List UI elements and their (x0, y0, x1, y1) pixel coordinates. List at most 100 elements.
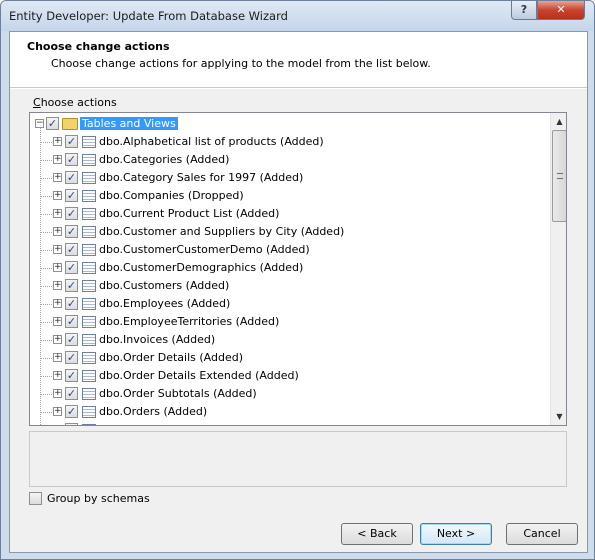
tree-item-checkbox[interactable]: ✓ (65, 387, 78, 400)
table-icon (82, 334, 96, 346)
tree-item[interactable]: + ✓ dbo.Current Product List (Added) (30, 205, 550, 223)
page-subtitle: Choose change actions for applying to th… (51, 57, 431, 70)
tree-root-node[interactable]: − ✓ Tables and Views (30, 115, 550, 133)
expand-icon[interactable]: + (53, 299, 62, 308)
tree-vertical-scrollbar[interactable]: ▲ ▼ (550, 113, 566, 425)
tree-item-checkbox[interactable]: ✓ (65, 171, 78, 184)
tree-item-checkbox[interactable]: ✓ (65, 261, 78, 274)
tree-item-label[interactable]: dbo.Customers (Added) (99, 279, 229, 292)
next-button[interactable]: Next > (420, 523, 492, 545)
tree-root-checkbox[interactable]: ✓ (46, 117, 59, 130)
tree-item-checkbox[interactable]: ✓ (65, 207, 78, 220)
help-button[interactable]: ? (511, 1, 537, 20)
tree-item[interactable]: + ✓ dbo.Order Details (Added) (30, 349, 550, 367)
expand-icon[interactable]: + (53, 371, 62, 380)
tree-item[interactable]: + ✓ dbo.Category Sales for 1997 (Added) (30, 169, 550, 187)
wizard-window: Entity Developer: Update From Database W… (0, 0, 595, 560)
tree-item-label[interactable]: dbo.CustomerDemographics (Added) (99, 261, 303, 274)
tree-item-label[interactable]: dbo.Employees (Added) (99, 297, 230, 310)
tree-item[interactable]: + ✓ dbo.Invoices (Added) (30, 331, 550, 349)
tree-item-label[interactable]: dbo.Alphabetical list of products (Added… (99, 135, 324, 148)
tree-item[interactable]: + ✓ dbo.Customer and Suppliers by City (Ad… (30, 223, 550, 241)
tree-root-label[interactable]: Tables and Views (80, 117, 178, 130)
table-icon (82, 406, 96, 418)
choose-actions-label: Choose actions (33, 96, 117, 109)
tree-item[interactable]: + ✓ dbo.Employees (Added) (30, 295, 550, 313)
tree-item[interactable]: + ✓ dbo.Order Subtotals (Added) (30, 385, 550, 403)
tree-item-label[interactable]: dbo.Order Details (Added) (99, 351, 243, 364)
expand-icon[interactable]: + (53, 227, 62, 236)
tree-item-label[interactable]: dbo.Categories (Added) (99, 153, 229, 166)
tree-item-checkbox[interactable]: ✓ (65, 351, 78, 364)
expand-icon[interactable]: + (53, 245, 62, 254)
cancel-button[interactable]: Cancel (506, 523, 578, 545)
tree-item-checkbox[interactable]: ✓ (65, 369, 78, 382)
expand-icon[interactable]: + (53, 407, 62, 416)
tree-item-checkbox[interactable]: ✓ (65, 243, 78, 256)
table-icon (82, 370, 96, 382)
expand-icon[interactable]: + (53, 281, 62, 290)
table-icon (82, 388, 96, 400)
window-title: Entity Developer: Update From Database W… (9, 9, 288, 23)
scroll-grip-icon (557, 173, 563, 179)
tree-item[interactable]: + ✓ dbo.EmployeeTerritories (Added) (30, 313, 550, 331)
expand-icon[interactable]: + (53, 335, 62, 344)
tree-item-checkbox[interactable]: ✓ (65, 423, 78, 425)
tree-item[interactable]: + ✓ dbo.Categories (Added) (30, 151, 550, 169)
scroll-thumb[interactable] (552, 130, 566, 222)
table-icon (82, 154, 96, 166)
tree-item-checkbox[interactable]: ✓ (65, 225, 78, 238)
tree-item[interactable]: + ✓ dbo.Customers (Added) (30, 277, 550, 295)
expand-icon[interactable]: + (53, 137, 62, 146)
expand-icon[interactable]: + (53, 353, 62, 362)
tree-item-checkbox[interactable]: ✓ (65, 333, 78, 346)
scroll-up-arrow-icon[interactable]: ▲ (551, 113, 566, 130)
wizard-client-area: Choose change actions Choose change acti… (9, 31, 588, 553)
tree-item[interactable]: + ✓ dbo.Order Details Extended (Added) (30, 367, 550, 385)
tree-item-checkbox[interactable]: ✓ (65, 135, 78, 148)
expand-icon[interactable]: + (53, 389, 62, 398)
wizard-header: Choose change actions Choose change acti… (10, 32, 587, 88)
tree-item-label[interactable]: dbo.Category Sales for 1997 (Added) (99, 171, 303, 184)
tree-item-checkbox[interactable]: ✓ (65, 405, 78, 418)
close-button[interactable]: ✕ (537, 1, 585, 20)
table-icon (82, 208, 96, 220)
tree-item[interactable]: + ✓ dbo.Companies (Dropped) (30, 187, 550, 205)
actions-tree[interactable]: − ✓ Tables and Views + ✓ dbo.Alphabetical lis… (29, 112, 567, 426)
tree-item-checkbox[interactable]: ✓ (65, 315, 78, 328)
tree-item-label[interactable]: dbo.Orders (Added) (99, 405, 207, 418)
tree-item-checkbox[interactable]: ✓ (65, 189, 78, 202)
title-bar[interactable]: Entity Developer: Update From Database W… (1, 1, 594, 31)
table-icon (82, 280, 96, 292)
scroll-down-arrow-icon[interactable]: ▼ (551, 408, 566, 425)
tree-item[interactable]: +✓dbo.Orders Qry (Added) (30, 421, 550, 425)
tree-item-checkbox[interactable]: ✓ (65, 297, 78, 310)
tree-item-label[interactable]: dbo.EmployeeTerritories (Added) (99, 315, 279, 328)
tree-item[interactable]: + ✓ dbo.CustomerCustomerDemo (Added) (30, 241, 550, 259)
expand-icon[interactable]: + (53, 209, 62, 218)
table-icon (82, 136, 96, 148)
tree-item-label[interactable]: dbo.Orders Qry (Added) (99, 423, 230, 425)
tree-item-label[interactable]: dbo.CustomerCustomerDemo (Added) (99, 243, 310, 256)
tree-item[interactable]: + ✓ dbo.Alphabetical list of products (Add… (30, 133, 550, 151)
tree-item[interactable]: + ✓ dbo.CustomerDemographics (Added) (30, 259, 550, 277)
choose-actions-accel: C (33, 96, 41, 109)
group-by-schemas-checkbox[interactable] (29, 492, 42, 505)
back-button[interactable]: < Back (341, 523, 413, 545)
expand-icon[interactable]: + (53, 317, 62, 326)
expand-icon[interactable]: + (53, 155, 62, 164)
tree-item-label[interactable]: dbo.Current Product List (Added) (99, 207, 279, 220)
expand-icon[interactable]: + (53, 191, 62, 200)
group-by-schemas-label: Group by schemas (47, 492, 150, 505)
tree-item-checkbox[interactable]: ✓ (65, 153, 78, 166)
tree-item-label[interactable]: dbo.Invoices (Added) (99, 333, 215, 346)
expand-icon[interactable]: + (53, 173, 62, 182)
expand-icon[interactable]: + (53, 263, 62, 272)
table-icon (82, 244, 96, 256)
tree-item-label[interactable]: dbo.Customer and Suppliers by City (Adde… (99, 225, 344, 238)
tree-item-label[interactable]: dbo.Order Details Extended (Added) (99, 369, 299, 382)
tree-item-label[interactable]: dbo.Companies (Dropped) (99, 189, 244, 202)
tree-item[interactable]: + ✓ dbo.Orders (Added) (30, 403, 550, 421)
tree-item-checkbox[interactable]: ✓ (65, 279, 78, 292)
tree-item-label[interactable]: dbo.Order Subtotals (Added) (99, 387, 257, 400)
